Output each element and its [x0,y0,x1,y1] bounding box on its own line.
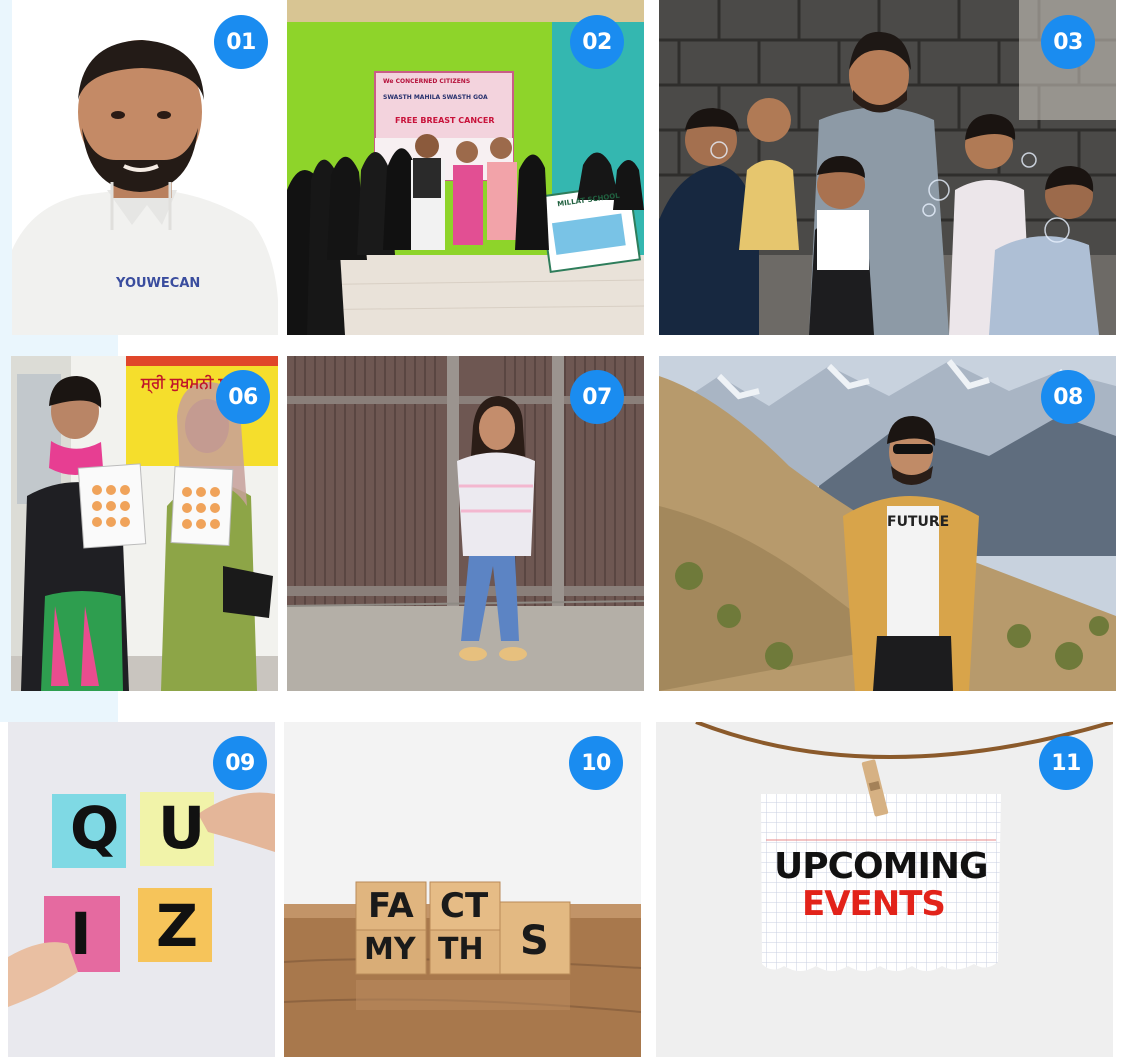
badge-08: 08 [1041,370,1095,424]
banner-top-text: We CONCERNED CITIZENS [383,78,471,85]
badge-07: 07 [570,370,624,424]
quiz-letter-u: U [158,794,206,862]
photo-tile-11[interactable]: UPCOMING EVENTS 11 [656,722,1113,1057]
photo-tile-07[interactable]: 07 [287,356,644,691]
cube-text-fa: FA [368,886,414,926]
cube-text-ct: CT [440,886,489,926]
shirt-print-text: FUTURE [887,514,950,530]
cube-text-s: S [520,918,549,964]
upcoming-text: UPCOMING [774,846,989,887]
banner-mid-text: SWASTH MAHILA SWASTH GOA [383,94,488,101]
badge-01: 01 [214,15,268,69]
badge-10: 10 [569,736,623,790]
photo-tile-10[interactable]: FA CT MY TH S 10 [284,722,641,1057]
events-text: EVENTS [802,884,946,924]
cube-text-my: MY [364,932,416,967]
badge-09: 09 [213,736,267,790]
photo-tile-01[interactable]: YOUWECAN 01 [12,0,278,335]
quiz-letter-i: I [70,900,92,968]
badge-02: 02 [570,15,624,69]
photo-tile-06[interactable]: ਸ੍ਰੀ ਸੁਖਮਨੀ ਸਾਹਿਬ 06 [11,356,278,691]
banner-main-text: FREE BREAST CANCER [395,116,495,125]
cube-text-th: TH [438,932,484,967]
photo-tile-09[interactable]: Q U I Z 09 [8,722,275,1057]
photo-tile-08[interactable]: FUTURE 08 [659,356,1116,691]
shirt-logo: YOUWECAN [116,276,201,291]
quiz-letter-q: Q [70,794,120,862]
badge-03: 03 [1041,15,1095,69]
badge-06: 06 [216,370,270,424]
photo-tile-02[interactable]: We CONCERNED CITIZENS SWASTH MAHILA SWAS… [287,0,644,335]
quiz-letter-z: Z [156,892,199,960]
badge-11: 11 [1039,736,1093,790]
photo-tile-03[interactable]: 03 [659,0,1116,335]
